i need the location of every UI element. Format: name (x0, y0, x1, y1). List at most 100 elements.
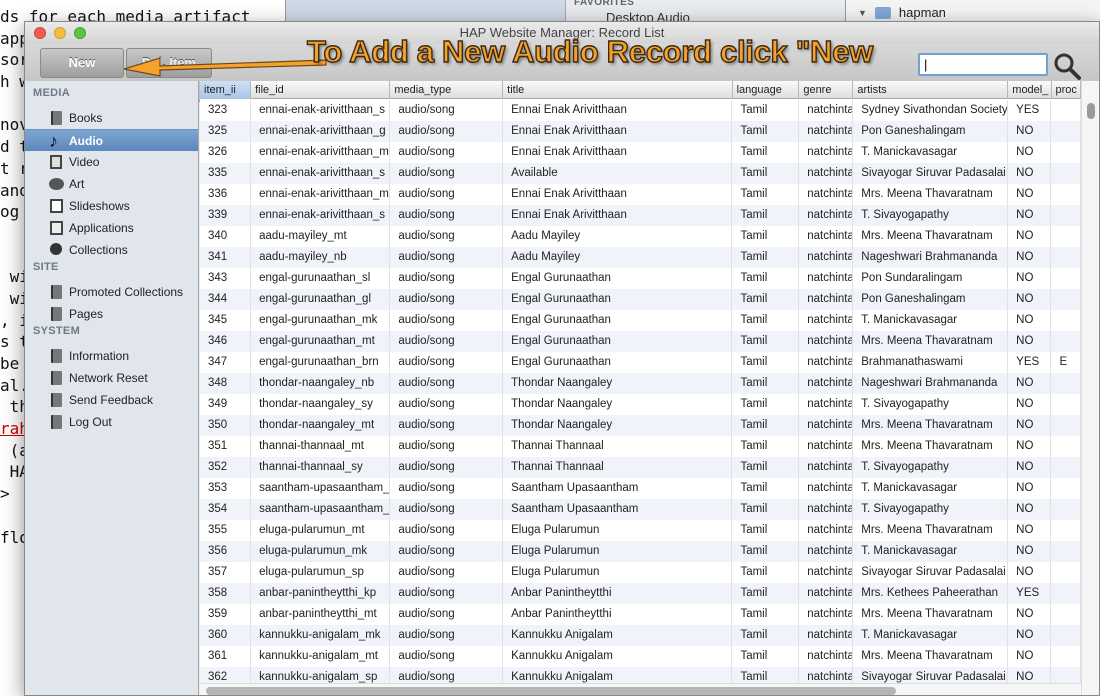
table-cell-title: Anbar Panintheytthi (503, 604, 733, 625)
table-cell-genre: natchinta (799, 436, 854, 457)
table-row[interactable]: 354 saantham-upasaantham_ audio/song Saanth… (200, 499, 1081, 520)
sidebar-item-art[interactable]: Art (25, 173, 198, 195)
table-cell-artists: Brahmanathaswami (853, 352, 1009, 373)
table-cell-genre: natchinta (799, 604, 854, 625)
table-row[interactable]: 351 thannai-thannaal_mt audio/song Thannai … (200, 436, 1081, 457)
table-row[interactable]: 347 engal-gurunaathan_brn audio/song Engal … (200, 352, 1081, 373)
table-row[interactable]: 350 thondar-naangaley_mt audio/song Thondar… (200, 415, 1081, 436)
table-row[interactable]: 341 aadu-mayiley_nb audio/song Aadu Mayiley… (200, 247, 1081, 268)
column-header-media-type[interactable]: media_type (390, 81, 504, 99)
sidebar-item-label: Slideshows (69, 199, 130, 213)
finder-window-background: FAVORITES Desktop Audio (565, 0, 845, 25)
sidebar-item-information[interactable]: Information (25, 345, 198, 367)
table-row[interactable]: 336 ennai-enak-arivitthaan_m audio/song Enn… (200, 184, 1081, 205)
sidebar-item-label: Send Feedback (69, 393, 154, 407)
table-cell-file-id: ennai-enak-arivitthaan_s (251, 205, 391, 226)
minimize-window-button[interactable] (54, 27, 66, 39)
table-row[interactable]: 348 thondar-naangaley_nb audio/song Thondar… (200, 373, 1081, 394)
table-cell-file-id: thondar-naangaley_mt (251, 415, 391, 436)
table-row[interactable]: 357 eluga-pularumun_sp audio/song Eluga Pul… (200, 562, 1081, 583)
table-cell-language: Tamil (732, 205, 800, 226)
sidebar-item-video[interactable]: Video (25, 151, 198, 173)
horizontal-scroll-thumb[interactable] (206, 687, 896, 695)
table-row[interactable]: 353 saantham-upasaantham_ audio/song Saanth… (200, 478, 1081, 499)
table-cell-media-type: audio/song (390, 163, 504, 184)
vertical-scroll-thumb[interactable] (1087, 103, 1095, 119)
table-cell-file-id: eluga-pularumun_mk (251, 541, 391, 562)
close-window-button[interactable] (34, 27, 46, 39)
table-row[interactable]: 323 ennai-enak-arivitthaan_s audio/song Enn… (200, 100, 1081, 121)
table-row[interactable]: 349 thondar-naangaley_sy audio/song Thondar… (200, 394, 1081, 415)
table-row[interactable]: 361 kannukku-anigalam_mt audio/song Kannukk… (200, 646, 1081, 667)
table-cell-language: Tamil (732, 541, 800, 562)
sidebar-item-audio[interactable]: ♪ Audio (25, 129, 198, 151)
sidebar-item-collections[interactable]: Collections (25, 239, 198, 261)
table-row[interactable]: 355 eluga-pularumun_mt audio/song Eluga Pul… (200, 520, 1081, 541)
table-cell-artists: Mrs. Meena Thavaratnam (853, 520, 1009, 541)
table-row[interactable]: 352 thannai-thannaal_sy audio/song Thannai … (200, 457, 1081, 478)
sidebar-item-books[interactable]: Books (25, 107, 198, 129)
table-cell-proc (1051, 541, 1081, 562)
table-cell-artists: Nageshwari Brahmananda (853, 247, 1009, 268)
column-header-genre[interactable]: genre (799, 81, 854, 99)
table-cell-title: Engal Gurunaathan (503, 289, 733, 310)
table-cell-media-type: audio/song (390, 394, 504, 415)
sidebar-item-send-feedback[interactable]: Send Feedback (25, 389, 198, 411)
zoom-window-button[interactable] (74, 27, 86, 39)
column-header-model-[interactable]: model_ (1008, 81, 1052, 99)
table-cell-media-type: audio/song (390, 499, 504, 520)
table-cell-language: Tamil (732, 478, 800, 499)
column-header-language[interactable]: language (733, 81, 800, 99)
table-cell-artists: Pon Ganeshalingam (853, 289, 1009, 310)
new-record-button[interactable]: New (40, 48, 124, 78)
sidebar-item-slideshows[interactable]: Slideshows (25, 195, 198, 217)
table-cell-artists: T. Sivayogapathy (853, 457, 1009, 478)
sidebar-item-promoted-collections[interactable]: Promoted Collections (25, 281, 198, 303)
table-cell-title: Aadu Mayiley (503, 226, 733, 247)
column-header-artists[interactable]: artists (853, 81, 1009, 99)
table-cell-language: Tamil (732, 415, 800, 436)
table-cell-language: Tamil (732, 520, 800, 541)
table-row[interactable]: 358 anbar-panintheytthi_kp audio/song Anbar… (200, 583, 1081, 604)
table-row[interactable]: 325 ennai-enak-arivitthaan_g audio/song Enn… (200, 121, 1081, 142)
table-row[interactable]: 339 ennai-enak-arivitthaan_s audio/song Enn… (200, 205, 1081, 226)
table-row[interactable]: 356 eluga-pularumun_mk audio/song Eluga Pul… (200, 541, 1081, 562)
book-icon (51, 111, 62, 125)
table-row[interactable]: 335 ennai-enak-arivitthaan_s audio/song Ava… (200, 163, 1081, 184)
column-header-title[interactable]: title (503, 81, 733, 99)
sidebar-item-pages[interactable]: Pages (25, 303, 198, 325)
search-icon[interactable] (1052, 51, 1082, 81)
table-row[interactable]: 360 kannukku-anigalam_mk audio/song Kannukk… (200, 625, 1081, 646)
table-row[interactable]: 343 engal-gurunaathan_sl audio/song Engal G… (200, 268, 1081, 289)
sidebar-item-log-out[interactable]: Log Out (25, 411, 198, 433)
search-input[interactable] (918, 53, 1048, 76)
table-cell-item-ii: 336 (200, 184, 252, 205)
table-row[interactable]: 346 engal-gurunaathan_mt audio/song Engal G… (200, 331, 1081, 352)
table-cell-file-id: saantham-upasaantham_ (251, 499, 391, 520)
vertical-scrollbar[interactable] (1081, 81, 1099, 695)
table-row[interactable]: 345 engal-gurunaathan_mk audio/song Engal G… (200, 310, 1081, 331)
horizontal-scrollbar[interactable] (200, 683, 1081, 695)
column-header-proc[interactable]: proc (1052, 81, 1081, 99)
sidebar-item-applications[interactable]: Applications (25, 217, 198, 239)
table-row[interactable]: 340 aadu-mayiley_mt audio/song Aadu Mayiley… (200, 226, 1081, 247)
table-cell-genre: natchinta (799, 205, 854, 226)
table-cell-language: Tamil (732, 499, 800, 520)
table-cell-media-type: audio/song (390, 436, 504, 457)
table-cell-proc (1051, 121, 1081, 142)
sidebar-item-network-reset[interactable]: Network Reset (25, 367, 198, 389)
column-header-file-id[interactable]: file_id (251, 81, 391, 99)
table-cell-file-id: kannukku-anigalam_mk (251, 625, 391, 646)
table-cell-proc (1051, 100, 1081, 121)
table-cell-language: Tamil (732, 226, 800, 247)
book-icon (51, 349, 62, 363)
window-controls (34, 27, 86, 39)
table-row[interactable]: 344 engal-gurunaathan_gl audio/song Engal G… (200, 289, 1081, 310)
table-cell-item-ii: 326 (200, 142, 252, 163)
column-header-item-ii[interactable]: item_ii (200, 81, 252, 99)
table-cell-artists: T. Manickavasagar (853, 142, 1009, 163)
table-cell-language: Tamil (732, 331, 800, 352)
table-cell-item-ii: 343 (200, 268, 252, 289)
table-row[interactable]: 326 ennai-enak-arivitthaan_m audio/song Enn… (200, 142, 1081, 163)
table-row[interactable]: 359 anbar-panintheytthi_mt audio/song Anbar… (200, 604, 1081, 625)
